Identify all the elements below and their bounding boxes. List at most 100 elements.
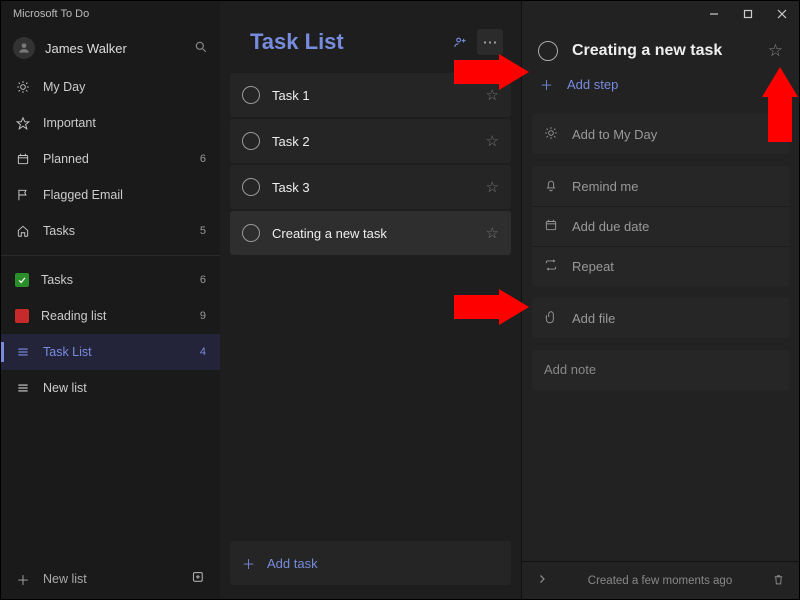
count-badge: 5 — [200, 225, 206, 237]
sidebar-item-label: New list — [43, 381, 87, 395]
repeat-icon — [544, 258, 558, 275]
sidebar-item-important[interactable]: Important — [1, 105, 220, 141]
schedule-section: Remind me Add due date Repeat — [532, 166, 789, 286]
task-label: Task 1 — [272, 88, 474, 103]
avatar — [13, 37, 35, 59]
task-row[interactable]: Task 2 ☆ — [230, 119, 511, 163]
count-badge: 6 — [200, 153, 206, 165]
sidebar-item-label: Flagged Email — [43, 188, 123, 202]
maximize-button[interactable] — [731, 1, 765, 27]
sidebar-item-planned[interactable]: Planned6 — [1, 141, 220, 177]
detail-footer: Created a few moments ago — [522, 561, 799, 599]
sidebar: Microsoft To Do James Walker My Day Impor… — [1, 1, 220, 599]
user-row[interactable]: James Walker — [1, 27, 220, 69]
detail-header: Creating a new task ☆ — [522, 27, 799, 69]
complete-toggle[interactable] — [242, 178, 260, 196]
sidebar-item-label: My Day — [43, 80, 85, 94]
note-field[interactable]: Add note — [532, 350, 789, 390]
task-list: Task 1☆Task 2☆Task 3☆Creating a new task… — [220, 73, 521, 255]
complete-toggle[interactable] — [242, 86, 260, 104]
lines-icon — [15, 380, 31, 396]
app-title: Microsoft To Do — [13, 8, 89, 20]
sidebar-item-label: Tasks — [41, 273, 73, 287]
detail-row-calendar[interactable]: Add due date — [532, 206, 789, 246]
search-icon[interactable] — [194, 40, 208, 57]
detail-row-sun[interactable]: Add to My Day — [532, 114, 789, 154]
add-task-label: Add task — [267, 556, 318, 571]
count-badge: 4 — [200, 346, 206, 358]
detail-row-label: Add file — [572, 311, 615, 326]
sidebar-item-tasks2[interactable]: Tasks 6 — [1, 262, 220, 298]
plus-icon: ＋ — [15, 571, 31, 587]
new-list-label: New list — [43, 572, 87, 586]
divider — [1, 255, 220, 256]
count-badge: 9 — [200, 310, 206, 322]
sidebar-item-tasks[interactable]: Tasks 5 — [1, 213, 220, 249]
sidebar-item-label: Tasks — [43, 224, 75, 238]
hide-detail-icon[interactable] — [536, 573, 548, 588]
more-button[interactable]: ⋯ — [477, 29, 503, 55]
list-color-icon — [15, 309, 29, 323]
window-controls — [522, 1, 799, 27]
delete-task-icon[interactable] — [772, 573, 785, 589]
add-step-button[interactable]: ＋ Add step — [522, 69, 799, 108]
complete-toggle[interactable] — [242, 224, 260, 242]
new-group-icon[interactable] — [191, 570, 206, 588]
close-button[interactable] — [765, 1, 799, 27]
important-star-icon[interactable]: ☆ — [768, 41, 783, 61]
created-text: Created a few moments ago — [558, 575, 762, 587]
task-row[interactable]: Task 3☆ — [230, 165, 511, 209]
file-section: Add file — [532, 298, 789, 338]
detail-row-label: Remind me — [572, 179, 638, 194]
task-label: Creating a new task — [272, 226, 474, 241]
annotation-arrow — [454, 54, 529, 94]
complete-toggle[interactable] — [538, 41, 558, 61]
annotation-arrow — [762, 67, 800, 142]
star-icon[interactable]: ☆ — [486, 224, 499, 242]
detail-row-label: Add to My Day — [572, 127, 657, 142]
sidebar-item-myday[interactable]: My Day — [1, 69, 220, 105]
detail-row-clip[interactable]: Add file — [532, 298, 789, 338]
detail-title[interactable]: Creating a new task — [572, 42, 754, 60]
lines-icon — [15, 344, 31, 360]
count-badge: 6 — [200, 274, 206, 286]
sun-icon — [544, 126, 558, 143]
share-button[interactable] — [447, 29, 473, 55]
minimize-button[interactable] — [697, 1, 731, 27]
complete-toggle[interactable] — [242, 132, 260, 150]
detail-row-label: Repeat — [572, 259, 614, 274]
detail-pane: Creating a new task ☆ ＋ Add step Add to … — [521, 1, 799, 599]
clip-icon — [544, 310, 558, 327]
add-task-button[interactable]: ＋ Add task — [230, 541, 511, 585]
note-placeholder: Add note — [544, 362, 596, 377]
task-label: Task 2 — [272, 134, 474, 149]
sidebar-item-tasklist[interactable]: Task List 4 — [1, 334, 220, 370]
new-list-button[interactable]: ＋ New list — [1, 559, 220, 599]
title-bar: Microsoft To Do — [1, 1, 220, 27]
calendar-icon — [15, 151, 31, 167]
task-row[interactable]: Creating a new task ☆ — [230, 211, 511, 255]
detail-row-repeat[interactable]: Repeat — [532, 246, 789, 286]
sun-icon — [15, 79, 31, 95]
sidebar-item-flagged[interactable]: Flagged Email — [1, 177, 220, 213]
sidebar-item-newlist[interactable]: New list — [1, 370, 220, 406]
detail-row-label: Add due date — [572, 219, 649, 234]
app-root: Microsoft To Do James Walker My Day Impor… — [0, 0, 800, 600]
home-icon — [15, 223, 31, 239]
star-icon[interactable]: ☆ — [486, 132, 499, 150]
plus-icon: ＋ — [242, 554, 255, 573]
annotation-arrow — [454, 289, 529, 329]
user-name: James Walker — [45, 41, 127, 56]
bell-icon — [544, 178, 558, 195]
plus-icon: ＋ — [540, 75, 553, 94]
sidebar-item-reading[interactable]: Reading list 9 — [1, 298, 220, 334]
add-step-label: Add step — [567, 77, 618, 92]
calendar-icon — [544, 218, 558, 235]
star-icon[interactable]: ☆ — [486, 178, 499, 196]
detail-row-bell[interactable]: Remind me — [532, 166, 789, 206]
sidebar-item-label: Task List — [43, 345, 92, 359]
flag-icon — [15, 187, 31, 203]
sidebar-item-label: Reading list — [41, 309, 106, 323]
page-title: Task List — [250, 29, 344, 55]
myday-section: Add to My Day — [532, 114, 789, 154]
